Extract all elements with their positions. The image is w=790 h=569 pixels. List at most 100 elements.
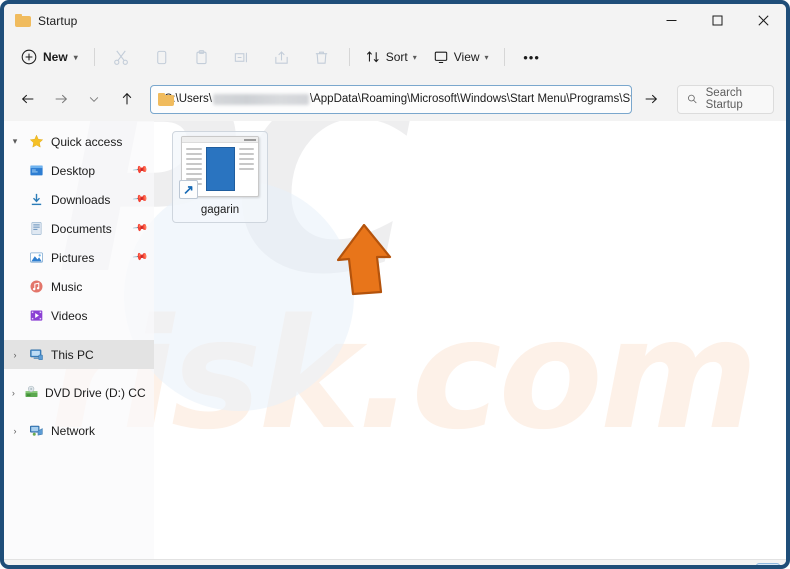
file-grid: ↗ gagarin bbox=[164, 129, 776, 223]
sidebar-item-music[interactable]: Music bbox=[4, 272, 154, 301]
sidebar-item-this-pc[interactable]: › This PC bbox=[4, 340, 154, 369]
chevron-down-icon: ▾ bbox=[484, 52, 489, 62]
sidebar-item-label: Downloads bbox=[51, 192, 111, 207]
title-group: Startup bbox=[4, 14, 77, 28]
search-placeholder: Search Startup bbox=[705, 87, 743, 111]
sidebar-item-downloads[interactable]: Downloads 📌 bbox=[4, 185, 154, 214]
clipboard-icon bbox=[196, 49, 207, 64]
network-icon bbox=[26, 423, 46, 438]
sidebar-item-pictures[interactable]: Pictures 📌 bbox=[4, 243, 154, 272]
folder-icon bbox=[15, 14, 31, 27]
close-icon bbox=[757, 15, 769, 26]
sidebar-item-label: Documents bbox=[51, 221, 112, 236]
sidebar-item-label: Music bbox=[51, 279, 83, 294]
paste-button[interactable] bbox=[183, 42, 221, 72]
sidebar-item-documents[interactable]: Documents 📌 bbox=[4, 214, 154, 243]
chevron-right-icon[interactable]: › bbox=[4, 388, 23, 398]
sidebar-item-quick-access[interactable]: ▾ Quick access bbox=[4, 127, 154, 156]
window-title: Startup bbox=[38, 13, 78, 28]
close-button[interactable] bbox=[740, 4, 786, 37]
details-pane-button[interactable] bbox=[756, 562, 780, 565]
pin-icon: 📌 bbox=[131, 191, 149, 208]
chevron-down-icon[interactable]: ▾ bbox=[4, 136, 26, 147]
status-view-toggles bbox=[730, 562, 780, 566]
arrow-right-icon bbox=[55, 94, 68, 104]
sidebar-item-label: Pictures bbox=[51, 250, 95, 265]
search-icon bbox=[688, 94, 697, 104]
more-options-button[interactable]: ••• bbox=[513, 42, 551, 72]
desktop-icon bbox=[26, 163, 46, 178]
file-name-label: gagarin bbox=[200, 204, 240, 216]
trash-icon bbox=[316, 51, 328, 64]
sidebar-item-label: This PC bbox=[51, 347, 94, 362]
chevron-right-icon[interactable]: › bbox=[4, 350, 26, 360]
file-item-gagarin[interactable]: ↗ gagarin bbox=[172, 131, 268, 223]
scissors-icon bbox=[114, 50, 129, 65]
sidebar-item-dvd-drive[interactable]: › DVD Drive (D:) CCCC bbox=[4, 378, 154, 407]
command-bar: New ▾ Sort ▾ View ▾ ••• bbox=[4, 37, 786, 77]
sidebar-item-label: Videos bbox=[51, 308, 88, 323]
pictures-icon bbox=[26, 250, 46, 265]
recent-locations-button[interactable] bbox=[78, 84, 110, 114]
star-icon bbox=[26, 134, 46, 149]
sidebar-item-network[interactable]: › Network bbox=[4, 416, 154, 445]
rename-button[interactable] bbox=[223, 42, 261, 72]
copy-button[interactable] bbox=[143, 42, 181, 72]
sort-arrows-icon bbox=[366, 51, 379, 63]
pin-icon: 📌 bbox=[131, 249, 149, 266]
sidebar-item-videos[interactable]: Videos bbox=[4, 301, 154, 330]
username-blurred-region bbox=[212, 93, 309, 105]
new-button[interactable]: New ▾ bbox=[14, 42, 86, 72]
toolbar-divider-2 bbox=[348, 48, 350, 66]
arrow-right-go-icon bbox=[645, 94, 657, 104]
plus-circle-icon bbox=[21, 49, 37, 65]
toolbar-divider-3 bbox=[503, 48, 505, 66]
music-icon bbox=[26, 279, 46, 294]
rename-icon bbox=[235, 52, 248, 62]
chevron-right-icon[interactable]: › bbox=[4, 426, 26, 436]
file-explorer-window: Startup New ▾ Sort ▾ View ▾ ••• C:\Users… bbox=[0, 0, 790, 569]
sidebar-item-desktop[interactable]: Desktop 📌 bbox=[4, 156, 154, 185]
toolbar-divider bbox=[93, 48, 95, 66]
thumbnail-right-lines bbox=[238, 147, 254, 191]
thumbnail-titlebar bbox=[182, 137, 258, 143]
list-view-button[interactable] bbox=[730, 563, 754, 566]
address-bar[interactable]: C:\Users\ \AppData\Roaming\Microsoft\Win… bbox=[150, 84, 632, 114]
download-icon bbox=[26, 192, 46, 207]
this-pc-icon bbox=[26, 347, 46, 362]
shortcut-arrow-icon: ↗ bbox=[179, 180, 198, 199]
view-button[interactable]: View ▾ bbox=[426, 42, 496, 72]
share-icon bbox=[275, 50, 288, 64]
cut-button[interactable] bbox=[103, 42, 141, 72]
address-path-suffix: \AppData\Roaming\Microsoft\Windows\Start… bbox=[309, 93, 632, 105]
minimize-icon bbox=[666, 20, 676, 21]
pin-icon: 📌 bbox=[131, 162, 149, 179]
search-input[interactable]: Search Startup bbox=[677, 84, 774, 114]
sort-button[interactable]: Sort ▾ bbox=[358, 42, 424, 72]
navigation-pane[interactable]: ▾ Quick access Desktop 📌 Downloads 📌 Doc… bbox=[4, 121, 154, 559]
minimize-button[interactable] bbox=[648, 4, 694, 37]
arrow-up-icon bbox=[122, 92, 132, 105]
explorer-body: PC risk.com ▾ Quick access Desktop 📌 Dow… bbox=[4, 121, 786, 559]
file-list-view[interactable]: ↗ gagarin bbox=[154, 121, 786, 559]
shortcut-document-icon: ↗ bbox=[179, 136, 261, 199]
back-button[interactable] bbox=[12, 84, 44, 114]
up-button[interactable] bbox=[111, 84, 143, 114]
sidebar-item-label: Desktop bbox=[51, 163, 96, 178]
sort-button-label: Sort bbox=[385, 50, 408, 64]
monitor-icon bbox=[434, 51, 447, 64]
maximize-button[interactable] bbox=[694, 4, 740, 37]
sidebar-item-label: Quick access bbox=[51, 134, 123, 149]
documents-icon bbox=[26, 221, 46, 236]
address-path: C:\Users\ \AppData\Roaming\Microsoft\Win… bbox=[164, 93, 632, 105]
go-button[interactable] bbox=[635, 85, 666, 114]
title-bar: Startup bbox=[4, 4, 786, 37]
forward-button[interactable] bbox=[45, 84, 77, 114]
view-button-label: View bbox=[453, 50, 480, 64]
pin-icon: 📌 bbox=[131, 220, 149, 237]
share-button[interactable] bbox=[263, 42, 301, 72]
status-bar: 1 item bbox=[4, 559, 786, 566]
window-controls bbox=[648, 4, 786, 37]
delete-button[interactable] bbox=[303, 42, 341, 72]
ellipsis-icon: ••• bbox=[523, 49, 540, 65]
